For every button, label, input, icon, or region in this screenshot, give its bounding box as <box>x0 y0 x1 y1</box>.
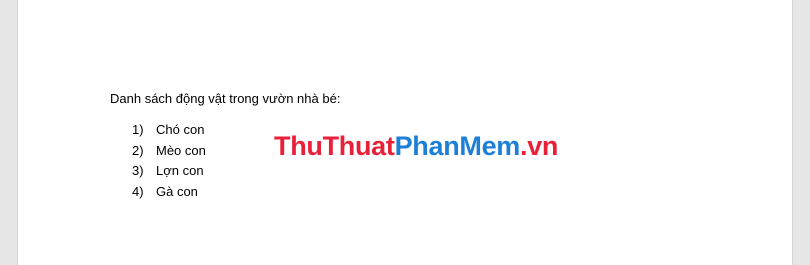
list-item-number: 4) <box>132 183 144 199</box>
list-item-text: Gà con <box>156 183 198 199</box>
list-item-number: 1) <box>132 122 144 137</box>
watermark-part-2: PhanMem <box>394 131 521 161</box>
document-page: Danh sách động vật trong vườn nhà bé: 1)… <box>17 0 793 265</box>
watermark-logo: ThuThuatPhanMem.vn <box>274 131 558 162</box>
list-item-text: Chó con <box>156 122 205 137</box>
document-heading: Danh sách động vật trong vườn nhà bé: <box>110 91 341 106</box>
list-item-number: 2) <box>132 142 144 158</box>
list-item-number: 3) <box>132 163 144 178</box>
list-item-text: Mèo con <box>156 142 206 158</box>
list-item-text: Lợn con <box>156 163 204 178</box>
watermark-part-1: ThuThuat <box>274 131 395 161</box>
watermark-part-3: .vn <box>520 131 559 161</box>
